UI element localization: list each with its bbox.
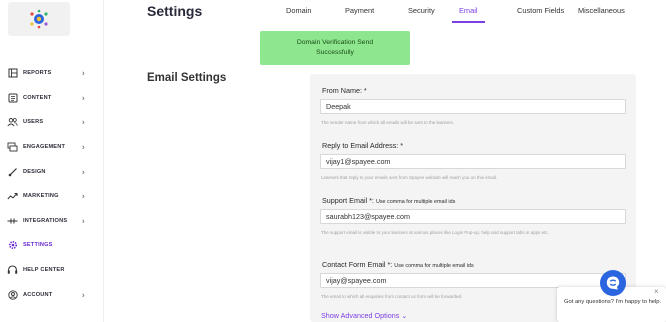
from-name-label: From Name: * bbox=[322, 86, 367, 95]
chevron-right-icon: › bbox=[82, 117, 85, 127]
sidebar-item-label: ENGAGEMENT bbox=[23, 144, 66, 151]
sidebar-item-label: DESIGN bbox=[23, 168, 46, 175]
chevron-right-icon: › bbox=[82, 167, 85, 177]
reply-to-value: vijay1@spayee.com bbox=[326, 157, 391, 166]
sidebar-item-label: INTEGRATIONS bbox=[23, 217, 68, 224]
tab-email[interactable]: Email bbox=[459, 6, 477, 15]
sidebar-item-label: REPORTS bbox=[23, 70, 52, 77]
sidebar-item-label: MARKETING bbox=[23, 193, 59, 200]
tab-custom-fields[interactable]: Custom Fields bbox=[517, 6, 564, 15]
help-center-icon bbox=[7, 265, 18, 276]
show-advanced-options-label: Show Advanced Options bbox=[321, 311, 400, 320]
toast-message: Domain Verification Send Successfully bbox=[296, 39, 374, 56]
contact-email-label-text: Contact Form Email *: bbox=[322, 260, 393, 269]
from-name-help: The sender name from which all emails wi… bbox=[321, 120, 455, 125]
support-email-help: The support email is visible to your lea… bbox=[321, 230, 549, 235]
sidebar-item-marketing[interactable]: MARKETING › bbox=[0, 184, 104, 209]
from-name-value: Deepak bbox=[326, 102, 351, 111]
tab-domain[interactable]: Domain bbox=[286, 6, 311, 15]
chevron-right-icon: › bbox=[82, 142, 85, 152]
sidebar-item-help-center[interactable]: HELP CENTER bbox=[0, 258, 104, 283]
contact-email-label: Contact Form Email *: Use comma for mult… bbox=[322, 260, 474, 269]
contact-email-note: Use comma for multiple email ids bbox=[394, 263, 474, 269]
integrations-icon bbox=[7, 215, 18, 226]
content-icon bbox=[7, 92, 18, 103]
sidebar-item-label: USERS bbox=[23, 119, 44, 126]
reply-to-field[interactable]: vijay1@spayee.com bbox=[320, 154, 626, 169]
users-icon bbox=[7, 117, 18, 128]
tab-payment[interactable]: Payment bbox=[345, 6, 374, 15]
sidebar-item-reports[interactable]: REPORTS › bbox=[0, 61, 104, 86]
active-tab-indicator bbox=[452, 21, 485, 23]
sidebar-item-label: ACCOUNT bbox=[23, 291, 53, 298]
sidebar-item-label: SETTINGS bbox=[23, 242, 53, 249]
design-icon bbox=[7, 166, 18, 177]
support-email-note: Use comma for multiple email ids bbox=[375, 199, 456, 205]
sidebar-item-label: HELP CENTER bbox=[23, 267, 65, 274]
contact-email-value: vijay@spayee.com bbox=[326, 276, 387, 285]
reply-to-help: Learners that reply to your emails sent … bbox=[321, 175, 498, 180]
chevron-right-icon: › bbox=[82, 68, 85, 78]
reply-to-label: Reply to Email Address: * bbox=[322, 141, 404, 150]
chevron-right-icon: › bbox=[82, 216, 85, 226]
support-email-field[interactable]: saurabh123@spayee.com bbox=[320, 209, 626, 224]
success-toast: Domain Verification Send Successfully bbox=[260, 31, 410, 65]
chat-bot-icon bbox=[606, 276, 620, 290]
section-title: Email Settings bbox=[147, 72, 227, 84]
sidebar-item-integrations[interactable]: INTEGRATIONS › bbox=[0, 209, 104, 234]
tab-security[interactable]: Security bbox=[408, 6, 435, 15]
sidebar: REPORTS › CONTENT › USERS › ENGAGEMENT ›… bbox=[0, 0, 104, 322]
account-icon bbox=[7, 289, 18, 300]
support-email-value: saurabh123@spayee.com bbox=[326, 212, 411, 221]
contact-email-field[interactable]: vijay@spayee.com bbox=[320, 273, 626, 288]
sidebar-item-settings[interactable]: SETTINGS bbox=[0, 233, 104, 258]
sidebar-item-users[interactable]: USERS › bbox=[0, 110, 104, 135]
sidebar-item-label: CONTENT bbox=[23, 94, 52, 101]
settings-icon bbox=[7, 240, 18, 251]
support-email-label: Support Email *: Use comma for multiple … bbox=[322, 196, 455, 205]
chat-launcher[interactable] bbox=[600, 270, 626, 296]
page-title: Settings bbox=[147, 3, 203, 19]
reports-icon bbox=[7, 68, 18, 79]
sidebar-item-design[interactable]: DESIGN › bbox=[0, 159, 104, 184]
sidebar-item-account[interactable]: ACCOUNT › bbox=[0, 282, 104, 307]
from-name-field[interactable]: Deepak bbox=[320, 99, 626, 114]
chat-message: Got any questions? I'm happy to help. bbox=[564, 299, 662, 305]
chevron-right-icon: › bbox=[82, 290, 85, 300]
close-icon[interactable]: × bbox=[654, 287, 659, 296]
sidebar-item-content[interactable]: CONTENT › bbox=[0, 86, 104, 111]
sidebar-item-engagement[interactable]: ENGAGEMENT › bbox=[0, 135, 104, 160]
support-email-label-text: Support Email *: bbox=[322, 196, 374, 205]
logo-icon bbox=[30, 9, 48, 29]
tab-miscellaneous[interactable]: Miscellaneous bbox=[578, 6, 625, 15]
sidebar-nav: REPORTS › CONTENT › USERS › ENGAGEMENT ›… bbox=[0, 61, 104, 307]
chevron-down-icon: ⌄ bbox=[401, 311, 408, 320]
chevron-right-icon: › bbox=[82, 93, 85, 103]
engagement-icon bbox=[7, 142, 18, 153]
show-advanced-options-link[interactable]: Show Advanced Options ⌄ bbox=[321, 311, 407, 320]
logo[interactable] bbox=[8, 2, 70, 36]
marketing-icon bbox=[7, 191, 18, 202]
chevron-right-icon: › bbox=[82, 191, 85, 201]
